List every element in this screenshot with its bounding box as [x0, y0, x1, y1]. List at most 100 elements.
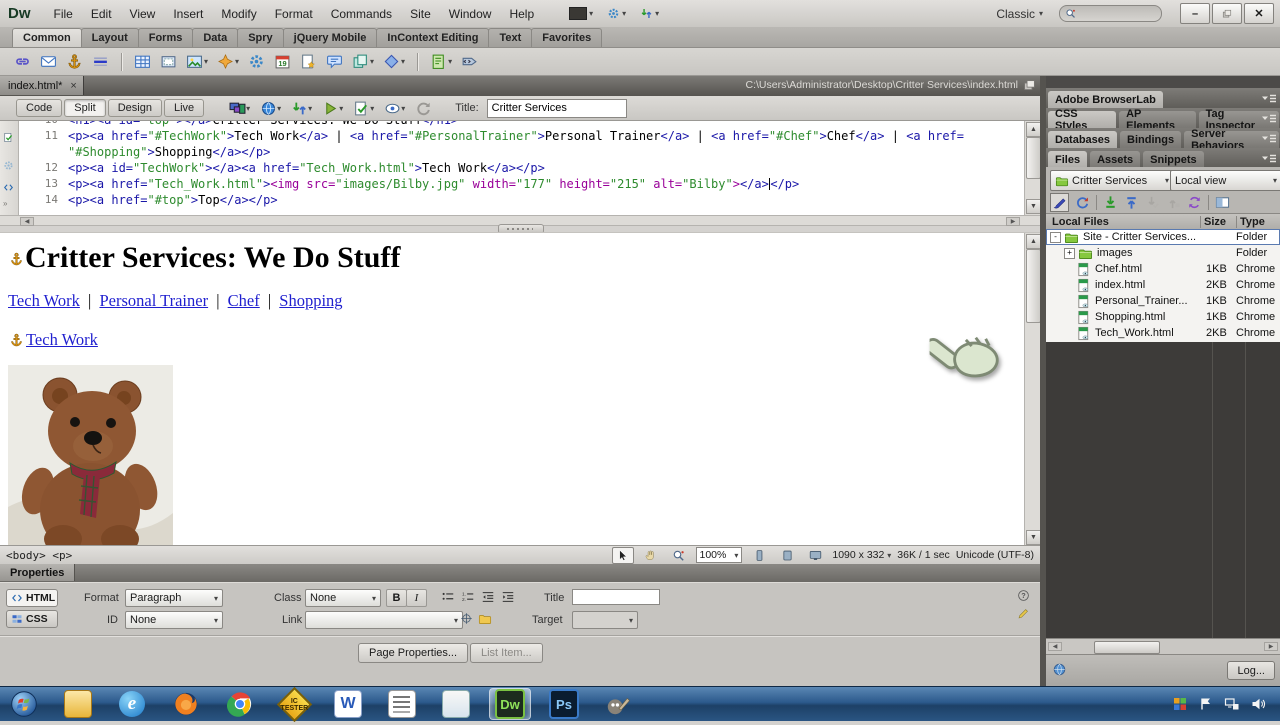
- site-select[interactable]: Critter Services▾: [1050, 170, 1174, 191]
- design-view[interactable]: Critter Services: We Do Stuff Tech Work …: [0, 232, 1040, 546]
- updater-tray-icon[interactable]: [1172, 696, 1188, 712]
- email-link-icon[interactable]: [40, 53, 57, 70]
- collapse-icon[interactable]: -: [1050, 232, 1061, 243]
- synchronize-icon[interactable]: [1187, 195, 1202, 210]
- live-code-icon[interactable]: ▾: [322, 100, 343, 117]
- scroll-up-icon[interactable]: ▲: [1026, 122, 1040, 137]
- tag-selector[interactable]: <body> <p>: [6, 549, 72, 562]
- menu-insert[interactable]: Insert: [164, 7, 212, 21]
- insert-tab-favorites[interactable]: Favorites: [531, 28, 602, 47]
- media-icon[interactable]: ▾: [217, 53, 239, 70]
- expand-icon[interactable]: +: [1064, 248, 1075, 259]
- layout-switcher-icon[interactable]: ▾: [569, 7, 593, 20]
- view-button-live[interactable]: Live: [164, 99, 204, 117]
- files-scroll-thumb[interactable]: [1094, 641, 1160, 654]
- panel-tab-assets[interactable]: Assets: [1090, 151, 1140, 168]
- menu-site[interactable]: Site: [401, 7, 440, 21]
- panel-menu-icon[interactable]: [1261, 154, 1277, 164]
- restore-button[interactable]: [1212, 3, 1242, 24]
- format-select[interactable]: Paragraph▾: [125, 589, 223, 607]
- scroll-left-icon[interactable]: ◀: [20, 217, 34, 226]
- window-size[interactable]: 1090 x 332 ▾: [832, 549, 891, 561]
- hand-tool[interactable]: [640, 547, 662, 564]
- point-to-file-icon[interactable]: [460, 612, 473, 625]
- insert-tab-layout[interactable]: Layout: [81, 28, 139, 47]
- taskbar-dreamweaver[interactable]: Dw: [490, 689, 530, 719]
- panel-menu-icon[interactable]: [1261, 114, 1277, 124]
- title-attr-input[interactable]: [572, 589, 660, 605]
- connect-icon[interactable]: [1050, 193, 1069, 212]
- class-select[interactable]: None▾: [305, 589, 381, 607]
- named-anchor-icon[interactable]: [66, 53, 83, 70]
- check-browser-compat-icon[interactable]: ▾: [353, 100, 374, 117]
- horizontal-rule-icon[interactable]: [92, 53, 109, 70]
- code-line[interactable]: 13<p><a href="Tech_Work.html"><img src="…: [18, 176, 1024, 192]
- bold-button[interactable]: B: [386, 589, 407, 607]
- tablet-size-icon[interactable]: [776, 547, 798, 564]
- page-title-input[interactable]: [487, 99, 627, 118]
- page-properties-button[interactable]: Page Properties...: [358, 643, 468, 663]
- network-tray-icon[interactable]: [1224, 696, 1240, 712]
- nav-link-chef[interactable]: Chef: [228, 291, 260, 310]
- mobile-size-icon[interactable]: [748, 547, 770, 564]
- desktop-size-icon[interactable]: [804, 547, 826, 564]
- taskbar-internet-explorer[interactable]: e: [112, 689, 152, 719]
- search-input[interactable]: [1059, 5, 1162, 22]
- menu-edit[interactable]: Edit: [82, 7, 121, 21]
- script-icon[interactable]: ▾: [383, 53, 405, 70]
- insert-tab-forms[interactable]: Forms: [138, 28, 194, 47]
- preview-in-browser-icon[interactable]: ▾: [260, 100, 281, 117]
- scroll-up-icon[interactable]: ▲: [1026, 234, 1040, 249]
- menu-format[interactable]: Format: [266, 7, 322, 21]
- site-setup-icon[interactable]: ▾: [640, 7, 659, 20]
- tab-adobe-browserlab[interactable]: Adobe BrowserLab: [1048, 91, 1163, 108]
- menu-help[interactable]: Help: [500, 7, 543, 21]
- file-management-icon[interactable]: ▾: [291, 100, 312, 117]
- taskbar-chrome[interactable]: [220, 689, 260, 719]
- code-scroll-thumb[interactable]: [1026, 137, 1040, 179]
- insert-tab-data[interactable]: Data: [192, 28, 238, 47]
- visual-aids-icon[interactable]: ▾: [384, 100, 405, 117]
- code-line[interactable]: "#Shopping">Shopping</a></p>: [18, 144, 1024, 160]
- panel-tab-snippets[interactable]: Snippets: [1143, 151, 1203, 168]
- document-tab[interactable]: index.html* ×: [0, 76, 84, 95]
- menu-commands[interactable]: Commands: [322, 7, 401, 21]
- nav-link-shopping[interactable]: Shopping: [279, 291, 342, 310]
- taskbar-writer[interactable]: [382, 689, 422, 719]
- panel-tab-files[interactable]: Files: [1048, 151, 1087, 168]
- outdent-icon[interactable]: [478, 589, 497, 605]
- scroll-right-icon[interactable]: ▶: [1264, 642, 1278, 651]
- extensions-gear-icon[interactable]: ▾: [607, 7, 626, 20]
- properties-tab[interactable]: Properties: [0, 564, 75, 581]
- ordered-list-icon[interactable]: [458, 589, 477, 605]
- tab-close-icon[interactable]: ×: [70, 80, 76, 92]
- view-select[interactable]: Local view▾: [1170, 170, 1280, 191]
- tech-work-link[interactable]: Tech Work: [26, 330, 98, 349]
- close-button[interactable]: ✕: [1244, 3, 1274, 24]
- taskbar-notepad[interactable]: [436, 689, 476, 719]
- expand-panel-icon[interactable]: [1215, 195, 1230, 210]
- code-view[interactable]: 10<h1><a id="top"></a>Critter Services: …: [0, 121, 1040, 215]
- related-files-icon[interactable]: [1023, 79, 1036, 92]
- comment-icon[interactable]: [326, 53, 343, 70]
- open-documents-icon[interactable]: [3, 131, 14, 143]
- bilby-image[interactable]: [8, 365, 173, 546]
- unordered-list-icon[interactable]: [438, 589, 457, 605]
- taskbar-ic-tester[interactable]: IC TESTER: [274, 689, 314, 719]
- menu-view[interactable]: View: [121, 7, 165, 21]
- nav-link-personal-trainer[interactable]: Personal Trainer: [99, 291, 208, 310]
- panel-menu-icon[interactable]: [1261, 94, 1277, 104]
- italic-button[interactable]: I: [406, 589, 427, 607]
- view-button-code[interactable]: Code: [16, 99, 62, 117]
- insert-div-icon[interactable]: [160, 53, 177, 70]
- taskbar-word[interactable]: W: [328, 689, 368, 719]
- select-tool[interactable]: [612, 547, 634, 564]
- log-button[interactable]: Log...: [1227, 661, 1275, 680]
- insert-tab-incontext-editing[interactable]: InContext Editing: [376, 28, 489, 47]
- hyperlink-icon[interactable]: [14, 53, 31, 70]
- file-row-personal-trainer-[interactable]: Personal_Trainer...1KBChrome: [1046, 293, 1280, 309]
- panel-tab-bindings[interactable]: Bindings: [1120, 131, 1181, 148]
- file-row-chef-html[interactable]: Chef.html1KBChrome: [1046, 261, 1280, 277]
- panel-tab-databases[interactable]: Databases: [1048, 131, 1117, 148]
- nav-link-tech-work[interactable]: Tech Work: [8, 291, 80, 310]
